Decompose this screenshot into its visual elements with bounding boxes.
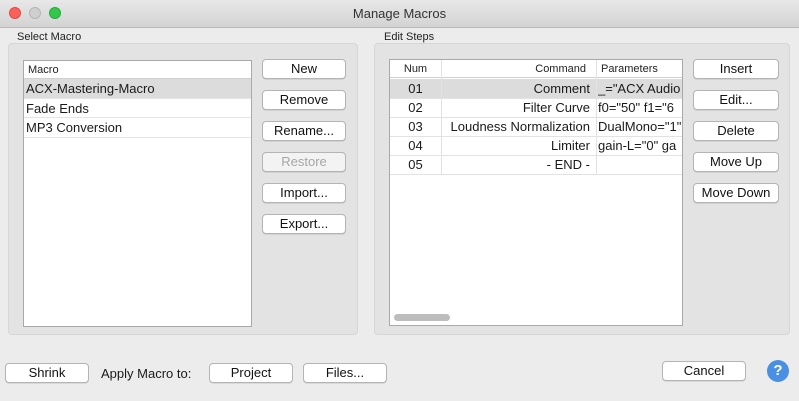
row-divider	[390, 174, 682, 175]
steps-table[interactable]: Num Command Parameters 01 Comment _="ACX…	[389, 59, 683, 326]
macro-list-item[interactable]: Fade Ends	[24, 99, 251, 118]
step-command[interactable]: Comment	[442, 79, 590, 98]
move-down-button[interactable]: Move Down	[693, 183, 779, 203]
step-command[interactable]: Loudness Normalization	[442, 117, 590, 136]
export-button[interactable]: Export...	[262, 214, 346, 234]
step-parameters[interactable]	[598, 155, 682, 174]
cancel-button[interactable]: Cancel	[662, 361, 746, 381]
command-column-header[interactable]: Command	[442, 60, 596, 78]
import-button[interactable]: Import...	[262, 183, 346, 203]
new-button[interactable]: New	[262, 59, 346, 79]
step-command[interactable]: Limiter	[442, 136, 590, 155]
step-num[interactable]: 02	[390, 98, 441, 117]
help-icon[interactable]: ?	[767, 360, 789, 382]
step-num[interactable]: 04	[390, 136, 441, 155]
project-button[interactable]: Project	[209, 363, 293, 383]
edit-steps-label: Edit Steps	[384, 31, 435, 43]
step-num[interactable]: 05	[390, 155, 441, 174]
delete-button[interactable]: Delete	[693, 121, 779, 141]
restore-button[interactable]: Restore	[262, 152, 346, 172]
macro-column-header: Macro	[24, 61, 251, 79]
insert-button[interactable]: Insert	[693, 59, 779, 79]
select-macro-label: Select Macro	[17, 31, 82, 43]
step-parameters[interactable]: DualMono="1"	[598, 117, 682, 136]
step-command[interactable]: Filter Curve	[442, 98, 590, 117]
macro-list-item[interactable]: MP3 Conversion	[24, 118, 251, 138]
rename-button[interactable]: Rename...	[262, 121, 346, 141]
edit-button[interactable]: Edit...	[693, 90, 779, 110]
macro-list-item[interactable]: ACX-Mastering-Macro	[24, 79, 251, 99]
step-command[interactable]: - END -	[442, 155, 590, 174]
step-parameters[interactable]: _="ACX Audio	[598, 79, 682, 98]
step-num[interactable]: 01	[390, 79, 441, 98]
title-bar: Manage Macros	[0, 0, 799, 28]
remove-button[interactable]: Remove	[262, 90, 346, 110]
step-num[interactable]: 03	[390, 117, 441, 136]
window-title: Manage Macros	[352, 6, 447, 21]
step-parameters[interactable]: f0="50" f1="6	[598, 98, 682, 117]
step-parameters[interactable]: gain-L="0" ga	[598, 136, 682, 155]
horizontal-scrollbar[interactable]	[394, 314, 450, 321]
shrink-button[interactable]: Shrink	[5, 363, 89, 383]
files-button[interactable]: Files...	[303, 363, 387, 383]
parameters-column-header[interactable]: Parameters	[597, 60, 682, 78]
macro-list[interactable]: Macro ACX-Mastering-Macro Fade Ends MP3 …	[23, 60, 252, 327]
num-column-header[interactable]: Num	[390, 60, 441, 78]
move-up-button[interactable]: Move Up	[693, 152, 779, 172]
apply-macro-label: Apply Macro to:	[101, 366, 192, 381]
